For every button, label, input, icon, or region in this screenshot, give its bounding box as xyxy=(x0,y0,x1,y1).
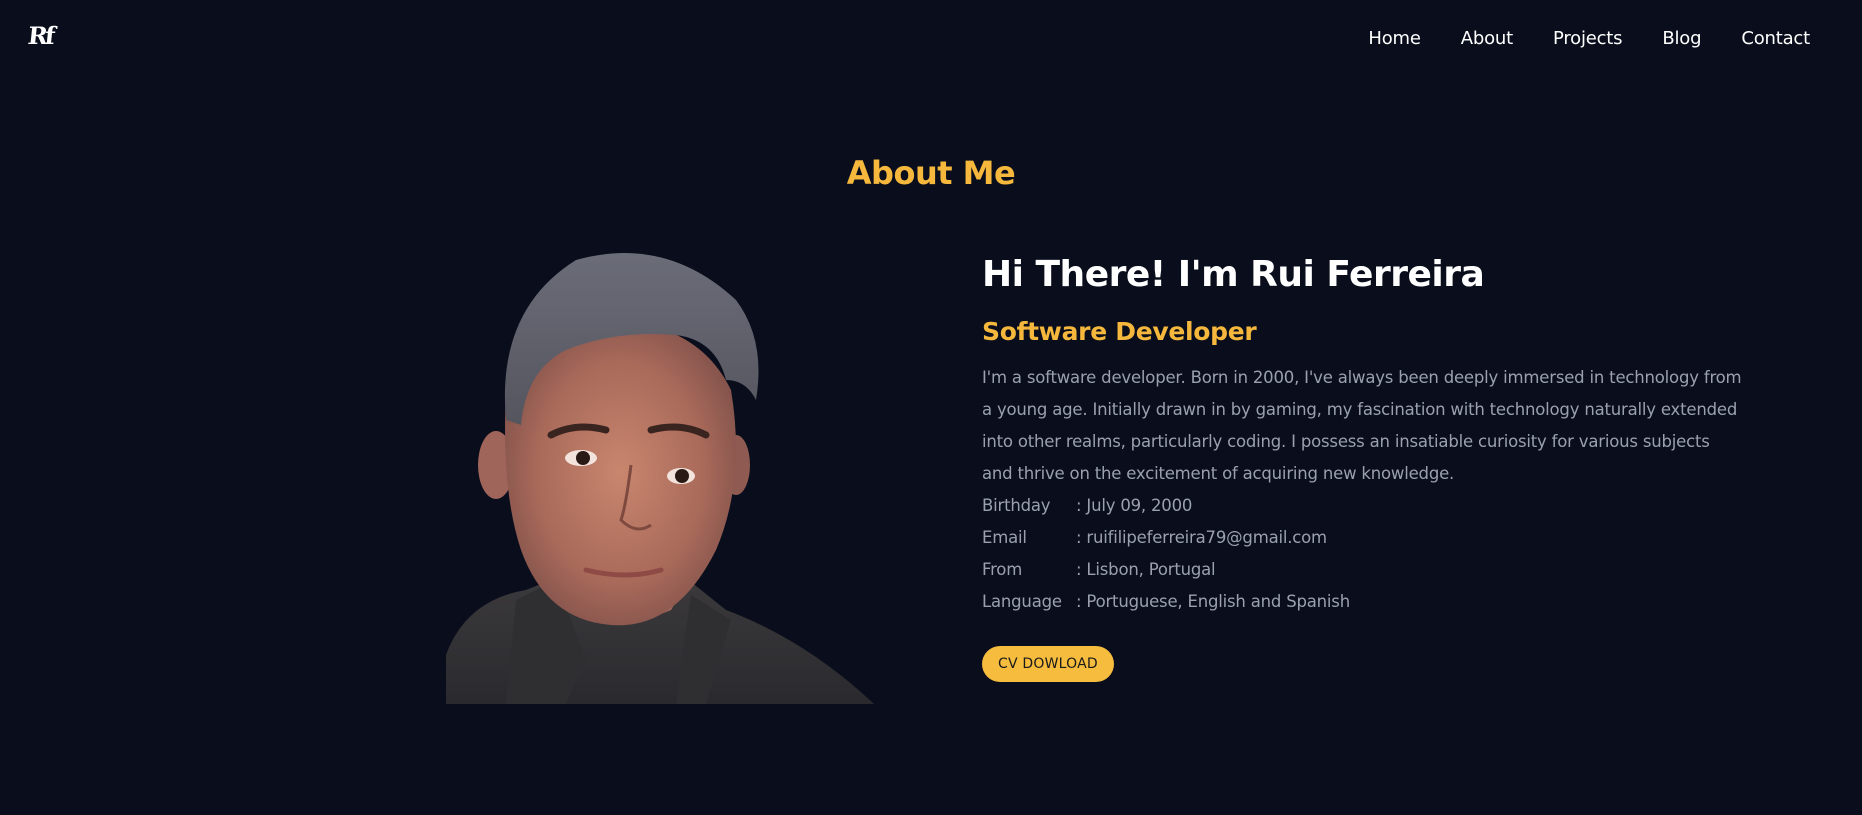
detail-label: Email xyxy=(982,528,1027,547)
detail-language: Language : Portuguese, English and Spani… xyxy=(982,586,1742,618)
cv-download-button[interactable]: CV DOWLOAD xyxy=(982,646,1114,682)
role-subtitle: Software Developer xyxy=(982,317,1257,346)
nav-contact[interactable]: Contact xyxy=(1741,26,1810,52)
detail-from: From : Lisbon, Portugal xyxy=(982,554,1742,586)
page: Rf Home About Projects Blog Contact Abou… xyxy=(0,0,1862,815)
about-info: Hi There! I'm Rui Ferreira Software Deve… xyxy=(982,250,1742,682)
detail-value: : Lisbon, Portugal xyxy=(1076,560,1216,579)
logo[interactable]: Rf xyxy=(26,20,63,52)
profile-photo xyxy=(446,250,874,704)
detail-value: : July 09, 2000 xyxy=(1076,496,1193,515)
bio-paragraph: I'm a software developer. Born in 2000, … xyxy=(982,368,1742,483)
greeting-heading: Hi There! I'm Rui Ferreira xyxy=(982,254,1485,295)
nav-home[interactable]: Home xyxy=(1368,26,1421,52)
detail-label: From xyxy=(982,560,1023,579)
detail-label: Birthday xyxy=(982,496,1051,515)
details-list: Birthday : July 09, 2000 Email : ruifili… xyxy=(982,490,1742,618)
detail-label: Language xyxy=(982,592,1062,611)
nav-about[interactable]: About xyxy=(1461,26,1513,52)
detail-value: : Portuguese, English and Spanish xyxy=(1076,592,1350,611)
detail-email: Email : ruifilipeferreira79@gmail.com xyxy=(982,522,1742,554)
detail-birthday: Birthday : July 09, 2000 xyxy=(982,490,1742,522)
section-title: About Me xyxy=(846,153,1016,192)
nav-blog[interactable]: Blog xyxy=(1662,26,1701,52)
nav-projects[interactable]: Projects xyxy=(1553,26,1623,52)
detail-value: : ruifilipeferreira79@gmail.com xyxy=(1076,528,1327,547)
main-nav: Home About Projects Blog Contact xyxy=(1328,26,1810,52)
